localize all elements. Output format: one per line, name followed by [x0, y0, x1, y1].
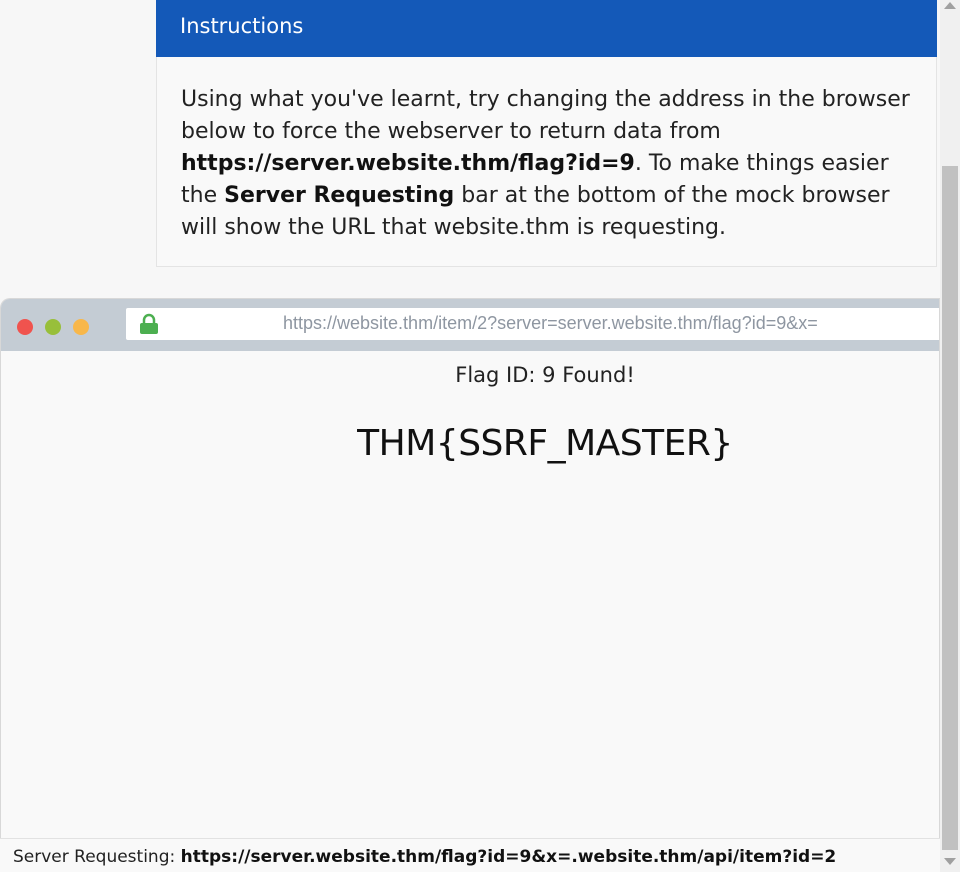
- server-requesting-bar: Server Requesting: https://server.websit…: [0, 838, 940, 872]
- instructions-header: Instructions: [156, 0, 937, 57]
- address-bar-url[interactable]: https://website.thm/item/2?server=server…: [283, 313, 818, 334]
- page-scrollbar[interactable]: [940, 0, 960, 872]
- address-bar[interactable]: https://website.thm/item/2?server=server…: [126, 308, 939, 340]
- instructions-flag-url: https://server.website.thm/flag?id=9: [181, 151, 635, 176]
- lock-icon: [138, 313, 160, 335]
- mock-browser: https://website.thm/item/2?server=server…: [0, 298, 940, 872]
- server-requesting-label: Server Requesting:: [13, 847, 181, 867]
- instructions-bar-name: Server Requesting: [224, 183, 455, 208]
- flag-id-text: Flag ID: 9 Found!: [455, 363, 635, 387]
- scroll-up-arrow-icon[interactable]: [944, 2, 956, 9]
- scrollbar-thumb[interactable]: [942, 166, 958, 850]
- minimize-window-dot[interactable]: [45, 319, 61, 335]
- instructions-text-part1: Using what you've learnt, try changing t…: [181, 87, 910, 144]
- page: Instructions Using what you've learnt, t…: [0, 0, 960, 872]
- browser-toolbar: https://website.thm/item/2?server=server…: [1, 299, 939, 351]
- instructions-panel: Instructions Using what you've learnt, t…: [156, 0, 937, 267]
- scroll-down-arrow-icon[interactable]: [944, 858, 956, 865]
- close-window-dot[interactable]: [17, 319, 33, 335]
- instructions-text: Using what you've learnt, try changing t…: [157, 57, 936, 244]
- maximize-window-dot[interactable]: [73, 319, 89, 335]
- server-requesting-url: https://server.website.thm/flag?id=9&x=.…: [180, 847, 837, 867]
- browser-content: Flag ID: 9 Found! THM{SSRF_MASTER}: [1, 351, 939, 836]
- flag-value: THM{SSRF_MASTER}: [357, 423, 733, 464]
